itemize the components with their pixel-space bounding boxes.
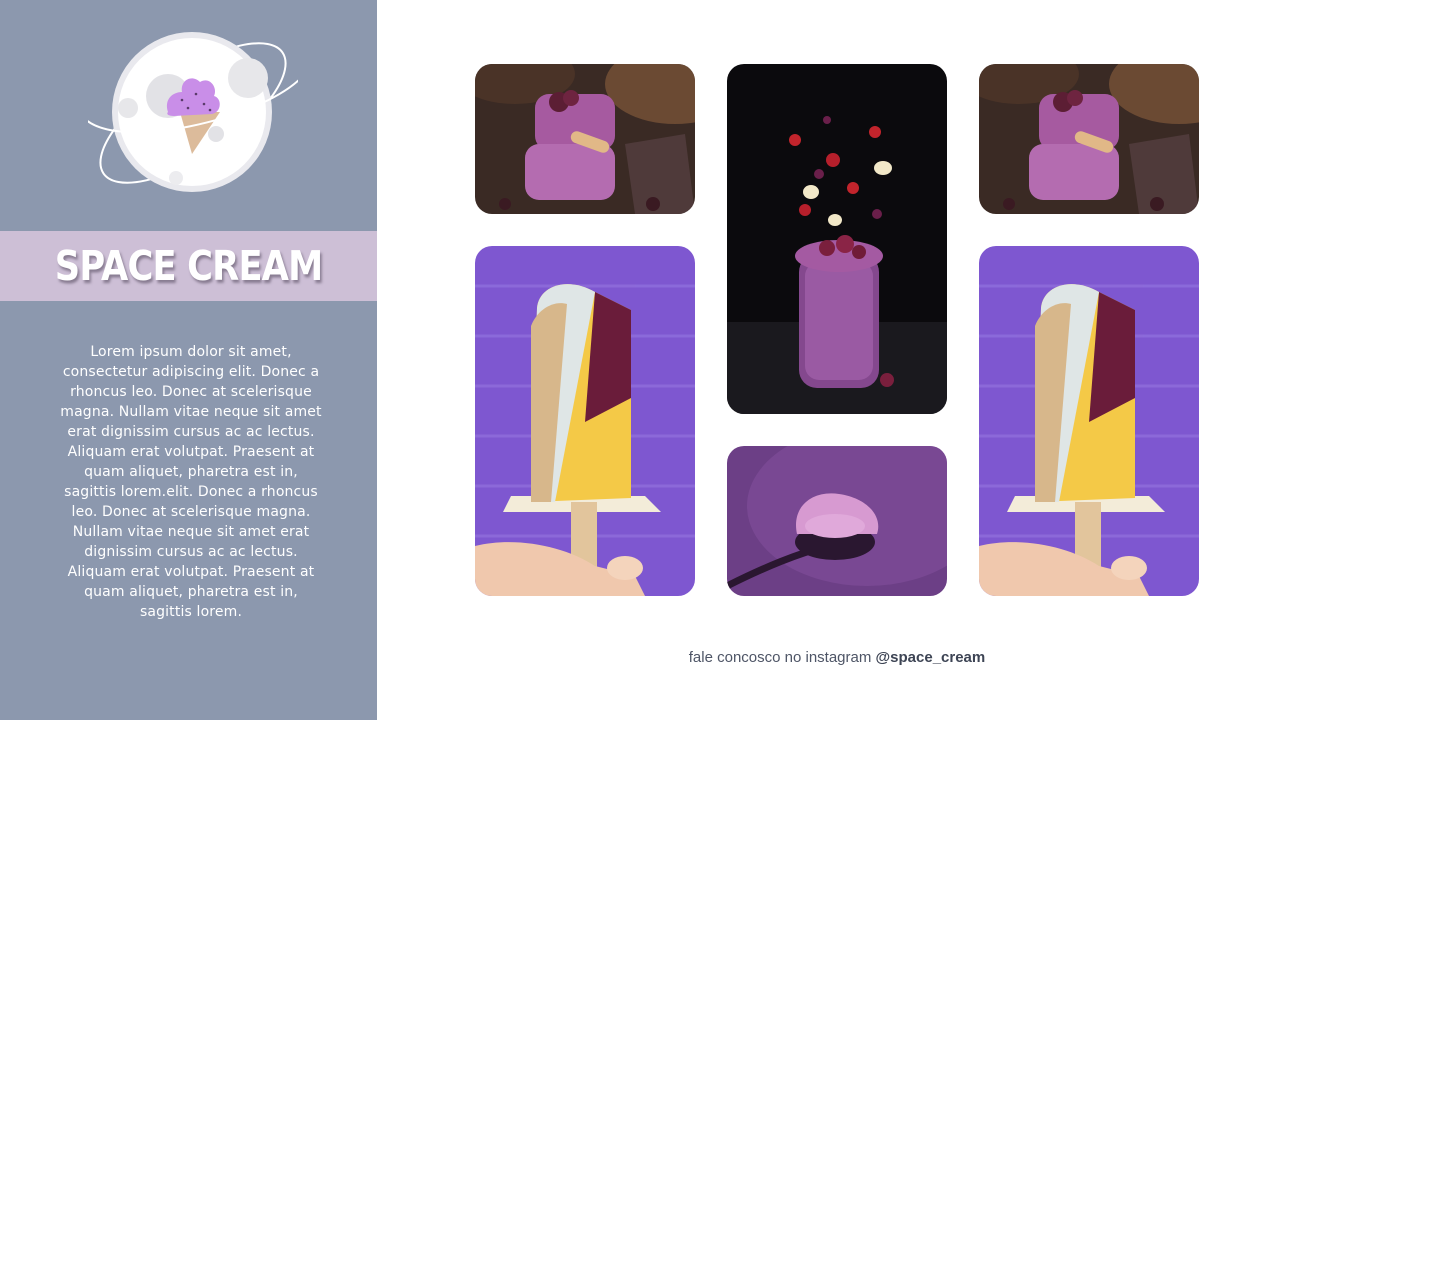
instagram-footer: fale concosco no instagram @space_cream <box>377 649 1297 666</box>
photo-layered-popsicle-2[interactable] <box>979 246 1199 596</box>
photo-berry-jar[interactable] <box>727 64 947 414</box>
photo-spoon-scoop[interactable] <box>727 446 947 596</box>
footer-text: fale concosco no instagram <box>688 649 872 666</box>
photo-layered-popsicle[interactable] <box>475 246 695 596</box>
photo-berry-popsicles-2[interactable] <box>979 64 1199 214</box>
photo-gallery <box>0 0 1440 620</box>
photo-berry-popsicles[interactable] <box>475 64 695 214</box>
instagram-handle-link[interactable]: @space_cream <box>876 649 986 666</box>
